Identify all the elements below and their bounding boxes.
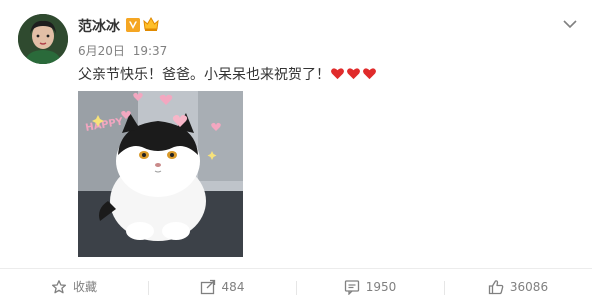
heart-emoji-icon (347, 68, 360, 80)
repost-icon (200, 279, 215, 294)
member-crown-icon[interactable] (142, 16, 160, 32)
comment-button[interactable]: 1950 (296, 269, 444, 304)
favorite-button[interactable]: 收藏 (0, 269, 148, 304)
post-text: 父亲节快乐！爸爸。小呆呆也来祝贺了！ (78, 67, 330, 83)
post-time[interactable]: 19:37 (133, 44, 168, 58)
comment-count: 1950 (365, 279, 397, 294)
weibo-post-card: 范冰冰 6月20日 19:37 父亲节快乐！爸爸。小呆呆也来祝贺了！ HAPPY… (0, 0, 592, 304)
post-date[interactable]: 6月20日 (78, 44, 125, 58)
post-image-cat[interactable]: HAPPY (78, 91, 243, 257)
heart-emoji-icon (331, 68, 344, 80)
username[interactable]: 范冰冰 (78, 16, 120, 36)
repost-button[interactable]: 484 (148, 269, 296, 304)
chevron-down-icon[interactable] (563, 14, 577, 29)
like-button[interactable]: 36086 (444, 269, 592, 304)
heart-emoji-icon (363, 68, 376, 80)
like-count: 36086 (509, 279, 549, 294)
verified-v-icon (126, 18, 140, 32)
repost-count: 484 (221, 279, 245, 294)
star-icon (51, 279, 67, 293)
favorite-label: 收藏 (72, 280, 97, 294)
thumbs-up-icon (488, 279, 504, 294)
avatar[interactable] (18, 14, 68, 64)
comment-icon (344, 279, 359, 295)
heart-emoji-group (330, 66, 377, 82)
post-meta: 6月20日 19:37 (78, 42, 171, 59)
action-bar: 收藏 484 1950 36086 (0, 268, 592, 304)
